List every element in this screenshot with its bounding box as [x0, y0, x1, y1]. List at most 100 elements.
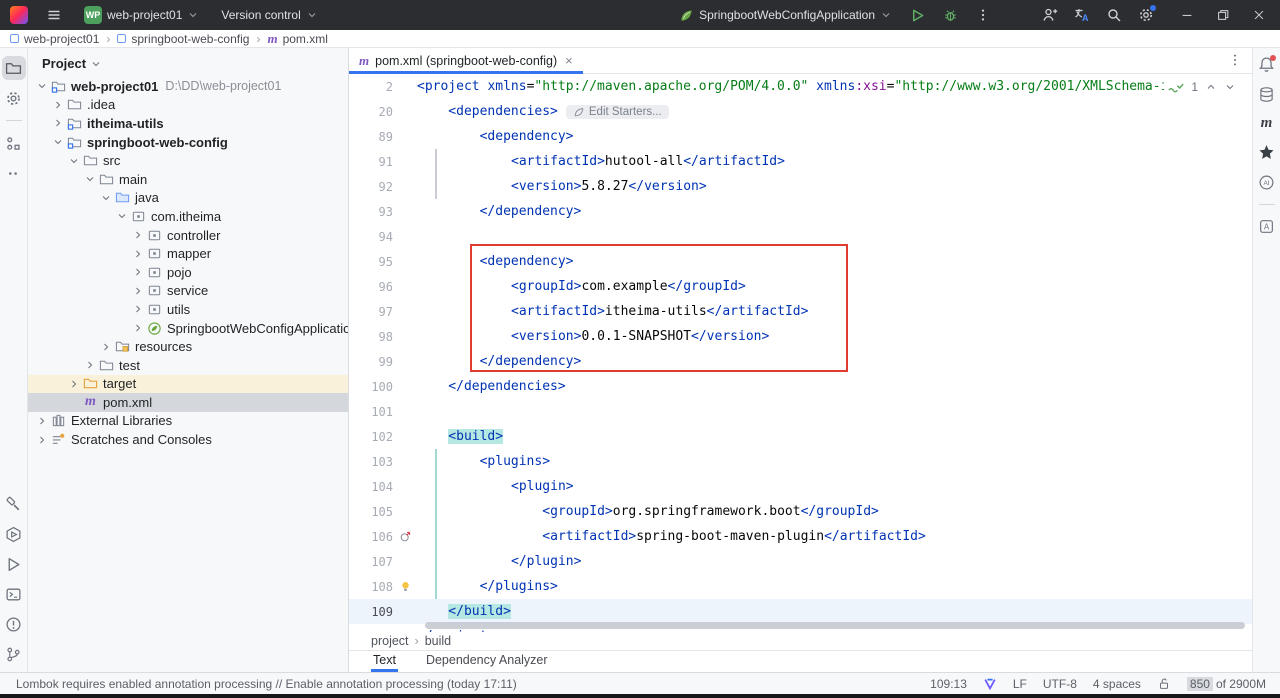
line-separator[interactable]: LF [1013, 677, 1027, 691]
tab-list-button[interactable] [1228, 53, 1242, 67]
breadcrumb-item-module[interactable]: springboot-web-config [131, 32, 249, 46]
code-line-89[interactable]: 89<dependency> [349, 124, 1252, 149]
tree-item-resources[interactable]: resources [28, 337, 348, 356]
maven-goal-icon[interactable] [399, 530, 412, 543]
code-line-104[interactable]: 104<plugin> [349, 474, 1252, 499]
services-tool-button[interactable] [2, 522, 26, 546]
indent-setting[interactable]: 4 spaces [1093, 677, 1141, 691]
tree-chevron-icon[interactable] [130, 264, 146, 280]
horizontal-scrollbar[interactable] [425, 622, 1245, 629]
code-line-98[interactable]: 98<version>0.0.1-SNAPSHOT</version> [349, 324, 1252, 349]
plugin-star-button[interactable] [1258, 144, 1275, 161]
tree-item-main[interactable]: main [28, 170, 348, 189]
tree-item-pojo[interactable]: pojo [28, 263, 348, 282]
tree-chevron-icon[interactable] [34, 432, 50, 448]
tree-chevron-icon[interactable] [130, 301, 146, 317]
plugin-v-icon[interactable] [983, 677, 997, 691]
intention-bulb-icon[interactable] [399, 580, 412, 593]
tree-item-scratches-and-consoles[interactable]: Scratches and Consoles [28, 430, 348, 449]
tree-item-com-itheima[interactable]: com.itheima [28, 207, 348, 226]
close-button[interactable] [1252, 8, 1266, 22]
notifications-button[interactable] [1258, 56, 1275, 73]
project-tool-button[interactable] [2, 56, 26, 80]
file-encoding[interactable]: UTF-8 [1043, 677, 1077, 691]
tab-text[interactable]: Text [371, 653, 398, 672]
ai-assistant-button[interactable]: AI [1258, 174, 1275, 191]
code-line-92[interactable]: 92<version>5.8.27</version> [349, 174, 1252, 199]
code-line-99[interactable]: 99</dependency> [349, 349, 1252, 374]
breadcrumb-item-project[interactable]: web-project01 [24, 32, 99, 46]
code-line-102[interactable]: 102<build> [349, 424, 1252, 449]
tree-chevron-icon[interactable] [66, 153, 82, 169]
tree-chevron-icon[interactable] [66, 376, 82, 392]
code-line-105[interactable]: 105<groupId>org.springframework.boot</gr… [349, 499, 1252, 524]
debug-button[interactable] [939, 5, 962, 26]
build-tool-button[interactable] [2, 492, 26, 516]
code-line-2[interactable]: 2<project xmlns="http://maven.apache.org… [349, 74, 1252, 99]
tree-chevron-icon[interactable] [130, 246, 146, 262]
code-line-108[interactable]: 108</plugins> [349, 574, 1252, 599]
code-line-107[interactable]: 107</plugin> [349, 549, 1252, 574]
tree-item-web-project01[interactable]: web-project01D:\DD\web-project01 [28, 77, 348, 96]
tree-chevron-icon[interactable] [50, 97, 66, 113]
git-tool-button[interactable] [2, 642, 26, 666]
run-tool-button[interactable] [2, 552, 26, 576]
editor-tab-pom-xml[interactable]: m pom.xml (springboot-web-config) × [349, 48, 583, 73]
editor[interactable]: 2<project xmlns="http://maven.apache.org… [349, 74, 1252, 632]
code-line-96[interactable]: 96<groupId>com.example</groupId> [349, 274, 1252, 299]
project-widget-button[interactable]: WP web-project01 [80, 3, 203, 27]
more-actions-button[interactable] [972, 5, 994, 25]
tree-chevron-icon[interactable] [34, 78, 50, 94]
code-line-93[interactable]: 93</dependency> [349, 199, 1252, 224]
code-line-95[interactable]: 95<dependency> [349, 249, 1252, 274]
code-line-20[interactable]: 20<dependencies>Edit Starters... [349, 99, 1252, 124]
tree-item-pom-xml[interactable]: mpom.xml [28, 393, 348, 412]
tree-item--idea[interactable]: .idea [28, 96, 348, 115]
edit-starters-inlay[interactable]: Edit Starters... [566, 105, 669, 119]
tree-chevron-icon[interactable] [50, 115, 66, 131]
code-line-97[interactable]: 97<artifactId>itheima-utils</artifactId> [349, 299, 1252, 324]
project-panel-header[interactable]: Project [28, 48, 348, 77]
inspections-widget[interactable]: 1 [1164, 78, 1240, 96]
translation-tool-button[interactable]: A [1258, 218, 1275, 235]
caret-position[interactable]: 109:13 [930, 677, 967, 691]
tree-item-src[interactable]: src [28, 151, 348, 170]
tree-item-java[interactable]: java [28, 189, 348, 208]
tree-chevron-icon[interactable] [130, 227, 146, 243]
breadcrumb-build[interactable]: build [425, 634, 451, 648]
maven-tool-button[interactable]: m [1261, 116, 1273, 131]
tree-item-controller[interactable]: controller [28, 226, 348, 245]
breadcrumb-item-file[interactable]: pom.xml [283, 32, 328, 46]
tree-item-test[interactable]: test [28, 356, 348, 375]
tree-chevron-icon[interactable] [50, 134, 66, 150]
next-problem-icon[interactable] [1224, 81, 1236, 93]
code-line-109[interactable]: 109</build> [349, 599, 1252, 624]
search-everywhere-button[interactable] [1106, 7, 1122, 23]
code-line-100[interactable]: 100</dependencies> [349, 374, 1252, 399]
maven-settings-tool-button[interactable] [2, 86, 26, 110]
tree-chevron-icon[interactable] [34, 413, 50, 429]
tree-item-springbootwebconfigapplication[interactable]: SpringbootWebConfigApplication [28, 319, 348, 338]
main-menu-button[interactable] [42, 4, 66, 26]
tree-item-itheima-utils[interactable]: itheima-utils [28, 114, 348, 133]
memory-indicator[interactable]: 850 of 2900M [1187, 677, 1266, 691]
settings-button[interactable] [1138, 7, 1154, 23]
tab-dependency-analyzer[interactable]: Dependency Analyzer [424, 653, 550, 672]
run-button[interactable] [906, 5, 929, 26]
database-tool-button[interactable] [1258, 86, 1275, 103]
tree-item-springboot-web-config[interactable]: springboot-web-config [28, 133, 348, 152]
tree-item-utils[interactable]: utils [28, 300, 348, 319]
tree-item-target[interactable]: target [28, 375, 348, 394]
tree-chevron-icon[interactable] [130, 283, 146, 299]
run-configuration-selector[interactable]: SpringbootWebConfigApplication [675, 5, 896, 26]
tree-chevron-icon[interactable] [130, 320, 146, 336]
tab-close-icon[interactable]: × [565, 54, 573, 67]
code-line-101[interactable]: 101 [349, 399, 1252, 424]
restore-button[interactable] [1216, 8, 1230, 22]
tree-chevron-icon[interactable] [98, 190, 114, 206]
code-line-106[interactable]: 106<artifactId>spring-boot-maven-plugin<… [349, 524, 1252, 549]
tree-chevron-icon[interactable] [114, 208, 130, 224]
minimize-button[interactable] [1180, 8, 1194, 22]
prev-problem-icon[interactable] [1205, 81, 1217, 93]
translate-button[interactable]: A [1074, 7, 1090, 23]
